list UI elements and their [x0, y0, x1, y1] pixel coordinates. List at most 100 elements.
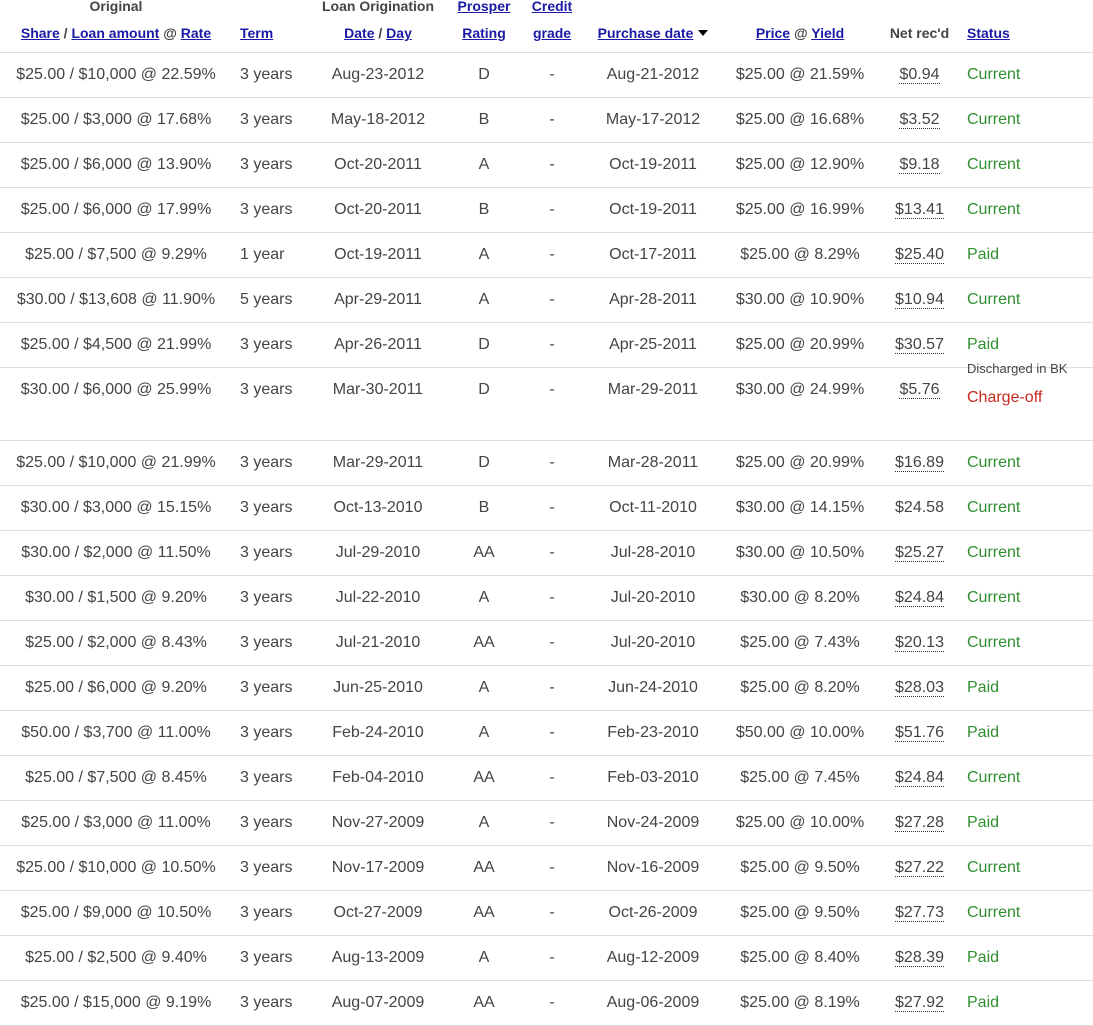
table-row[interactable]: $25.00 / $6,000 @ 9.20% 3 years Jun-25-201…	[0, 665, 1093, 711]
net-received-amount[interactable]: $27.92	[895, 995, 944, 1012]
sort-credit-grade-link-top[interactable]: Credit	[532, 0, 572, 14]
cell-net-received-value: $30.57	[880, 323, 959, 367]
net-received-amount[interactable]: $30.57	[895, 337, 944, 354]
sort-purchase-date-link[interactable]: Purchase date	[598, 25, 694, 41]
cell-term-value: 5 years	[240, 291, 293, 308]
table-row[interactable]: $25.00 / $10,000 @ 10.50% 3 years Nov-17-2…	[0, 845, 1093, 891]
net-received-amount[interactable]: $9.18	[899, 157, 940, 174]
cell-prosper-rating: A	[450, 142, 518, 188]
net-received-amount[interactable]: $24.84	[895, 770, 944, 787]
cell-credit-grade-value: -	[549, 769, 555, 786]
net-received-amount[interactable]: $24.84	[895, 590, 944, 607]
cell-net-received-value: $25.40	[880, 233, 959, 277]
cell-origination-date: Oct-20-2011	[306, 187, 450, 233]
cell-credit-grade: -	[518, 277, 586, 323]
table-row[interactable]: $25.00 / $3,000 @ 11.00% 3 years Nov-27-20…	[0, 800, 1093, 846]
net-received-amount[interactable]: $28.39	[895, 950, 944, 967]
table-row[interactable]: $25.00 / $10,000 @ 21.99% 3 years Mar-29-2…	[0, 440, 1093, 486]
table-row[interactable]: $30.00 / $6,000 @ 25.99% 3 years Mar-30-20…	[0, 362, 1093, 441]
cell-prosper-rating-value: B	[478, 201, 490, 218]
table-row[interactable]: $30.00 / $1,500 @ 9.20% 3 years Jul-22-201…	[0, 575, 1093, 621]
net-received-amount[interactable]: $28.03	[895, 680, 944, 697]
cell-term-value: 3 years	[240, 544, 293, 561]
sort-prosper-rating-link[interactable]: Rating	[462, 25, 506, 41]
cell-credit-grade-value: -	[549, 544, 555, 561]
sort-prosper-rating-link-top[interactable]: Prosper	[458, 0, 511, 14]
cell-purchase-date: Mar-29-2011	[586, 367, 720, 441]
table-row[interactable]: $30.00 / $13,608 @ 11.90% 5 years Apr-29-2…	[0, 277, 1093, 323]
sort-day-link[interactable]: Day	[386, 25, 412, 41]
net-received-amount[interactable]: $10.94	[895, 292, 944, 309]
table-row[interactable]: $25.00 / $6,000 @ 17.99% 3 years Oct-20-20…	[0, 187, 1093, 233]
table-row[interactable]: $30.00 / $3,000 @ 15.15% 3 years Oct-13-20…	[0, 485, 1093, 531]
cell-term-value: 3 years	[240, 769, 293, 786]
cell-term: 3 years	[232, 97, 306, 143]
net-received-amount[interactable]: $0.94	[899, 67, 940, 84]
table-row[interactable]: $25.00 / $2,500 @ 9.40% 3 years Aug-13-200…	[0, 935, 1093, 981]
table-row[interactable]: $25.00 / $3,000 @ 17.68% 3 years May-18-20…	[0, 97, 1093, 143]
table-row[interactable]: $25.00 / $15,000 @ 9.19% 3 years Aug-07-20…	[0, 980, 1093, 1026]
header-term[interactable]: Term	[232, 14, 306, 53]
sort-rate-link[interactable]: Rate	[181, 25, 211, 41]
cell-prosper-rating: AA	[450, 755, 518, 801]
sort-yield-link[interactable]: Yield	[811, 25, 844, 41]
table-row[interactable]: $25.00 / $4,500 @ 21.99% 3 years Apr-26-20…	[0, 322, 1093, 368]
cell-price-yield: $30.00 @ 14.15%	[720, 485, 880, 531]
net-received-amount[interactable]: $13.41	[895, 202, 944, 219]
cell-term: 3 years	[232, 890, 306, 936]
cell-prosper-rating-value: D	[478, 454, 490, 471]
cell-prosper-rating: A	[450, 232, 518, 278]
header-prosper[interactable]: Prosper	[450, 0, 518, 14]
table-row[interactable]: $50.00 / $3,700 @ 11.00% 3 years Feb-24-20…	[0, 710, 1093, 756]
cell-prosper-rating: D	[450, 440, 518, 486]
net-received-amount[interactable]: $27.28	[895, 815, 944, 832]
net-received-amount[interactable]: $3.52	[899, 112, 940, 129]
cell-term: 3 years	[232, 800, 306, 846]
table-row[interactable]: $25.00 / $7,500 @ 9.29% 1 year Oct-19-2011…	[0, 232, 1093, 278]
cell-term-value: 3 years	[240, 66, 293, 83]
net-received-amount[interactable]: $16.89	[895, 455, 944, 472]
cell-net-received: $13.41	[880, 187, 959, 233]
header-rating[interactable]: Rating	[450, 14, 518, 53]
header-grade[interactable]: grade	[518, 14, 586, 53]
net-received-amount[interactable]: $20.13	[895, 635, 944, 652]
table-row[interactable]: $25.00 / $6,000 @ 13.90% 3 years Oct-20-20…	[0, 142, 1093, 188]
cell-term: 3 years	[232, 322, 306, 368]
net-received-amount[interactable]: $51.76	[895, 725, 944, 742]
cell-purchase-date-value: Oct-19-2011	[609, 201, 697, 218]
cell-original: $25.00 / $3,000 @ 17.68%	[0, 97, 232, 143]
sort-credit-grade-link[interactable]: grade	[533, 25, 571, 41]
cell-term-value: 3 years	[240, 499, 293, 516]
header-purchase-date[interactable]: Purchase date	[586, 14, 720, 53]
table-row[interactable]: $25.00 / $10,000 @ 22.59% 3 years Aug-23-2…	[0, 52, 1093, 98]
table-row[interactable]: $30.00 / $2,000 @ 11.50% 3 years Jul-29-20…	[0, 530, 1093, 576]
cell-status-value: Current	[967, 486, 1093, 530]
table-row[interactable]: $25.00 / $9,000 @ 10.50% 3 years Oct-27-20…	[0, 890, 1093, 936]
cell-credit-grade: -	[518, 890, 586, 936]
net-received-amount[interactable]: $25.27	[895, 545, 944, 562]
cell-status-value: Current	[967, 756, 1093, 800]
net-received-amount[interactable]: $5.76	[899, 382, 940, 399]
table-row[interactable]: $25.00 / $2,000 @ 8.43% 3 years Jul-21-201…	[0, 620, 1093, 666]
cell-price-yield: $25.00 @ 21.59%	[720, 52, 880, 98]
cell-original-value: $25.00 / $10,000 @ 10.50%	[16, 859, 216, 876]
header-status[interactable]: Status	[959, 14, 1093, 53]
sort-loan-amount-link[interactable]: Loan amount	[71, 25, 159, 41]
sort-status-link[interactable]: Status	[967, 25, 1010, 41]
net-received-amount[interactable]: $27.73	[895, 905, 944, 922]
table-row[interactable]: $25.00 / $7,500 @ 8.45% 3 years Feb-04-201…	[0, 755, 1093, 801]
header-credit[interactable]: Credit	[518, 0, 586, 14]
sort-share-link[interactable]: Share	[21, 25, 60, 41]
net-received-amount[interactable]: $25.40	[895, 247, 944, 264]
status-label: Current	[967, 111, 1021, 128]
cell-origination-date-value: May-18-2012	[330, 111, 426, 128]
cell-credit-grade: -	[518, 367, 586, 441]
cell-term: 3 years	[232, 52, 306, 98]
net-received-amount[interactable]: $27.22	[895, 860, 944, 877]
cell-price-yield-value: $25.00 @ 9.50%	[740, 904, 860, 921]
cell-prosper-rating-value: A	[478, 949, 490, 966]
sort-term-link[interactable]: Term	[240, 25, 273, 41]
cell-net-received: $51.76	[880, 710, 959, 756]
sort-price-link[interactable]: Price	[756, 25, 790, 41]
sort-date-link[interactable]: Date	[344, 25, 374, 41]
